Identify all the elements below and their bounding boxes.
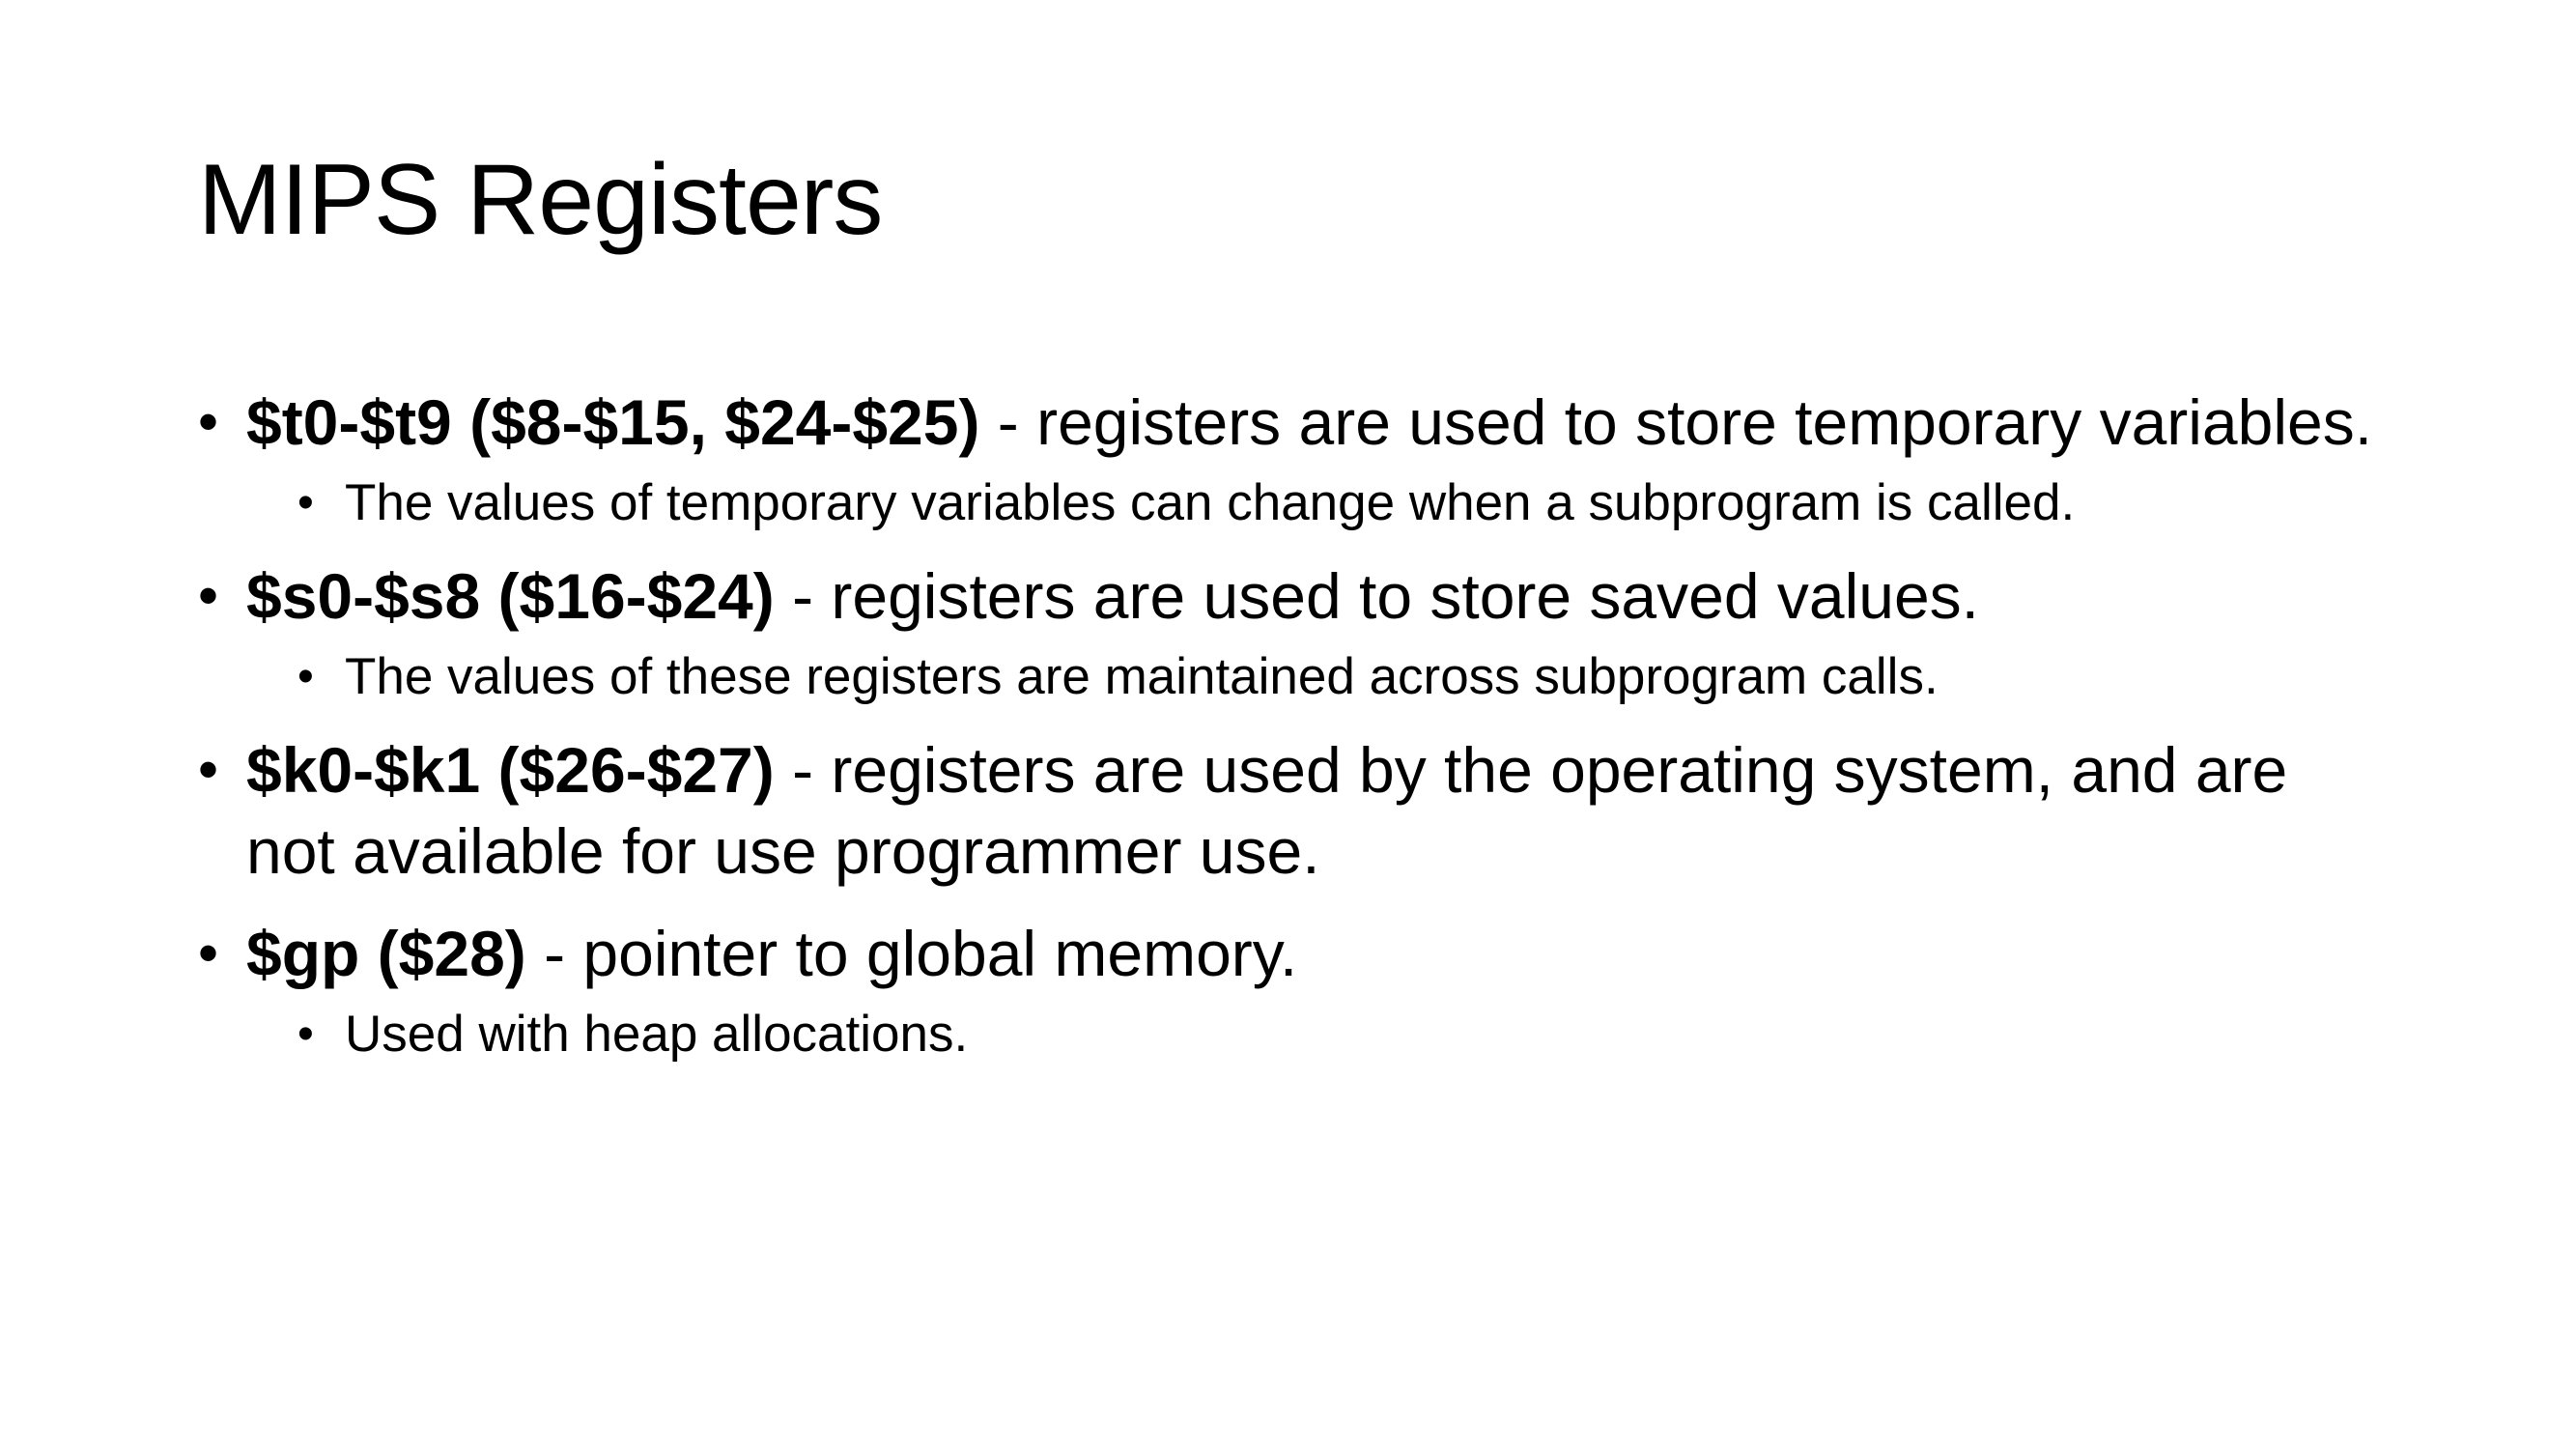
register-description: - pointer to global memory. <box>525 918 1298 989</box>
bullet-text: $t0-$t9 ($8-$15, $24-$25) - registers ar… <box>246 382 2405 463</box>
register-name: $t0-$t9 ($8-$15, $24-$25) <box>246 386 980 458</box>
bullet-item-global-pointer: • $gp ($28) - pointer to global memory. <box>198 913 2405 994</box>
register-name: $gp ($28) <box>246 918 526 989</box>
sub-bullet-icon: • <box>297 651 314 702</box>
register-name: $k0-$k1 ($26-$27) <box>246 734 775 806</box>
bullet-icon: • <box>198 389 219 454</box>
bullet-icon: • <box>198 737 219 802</box>
bullet-text: $k0-$k1 ($26-$27) - registers are used b… <box>246 729 2352 892</box>
sub-bullet-item: • Used with heap allocations. <box>198 1000 2405 1069</box>
bullet-list: • $t0-$t9 ($8-$15, $24-$25) - registers … <box>198 382 2405 1087</box>
register-description: - registers are used to store saved valu… <box>774 560 1979 632</box>
slide: MIPS Registers • $t0-$t9 ($8-$15, $24-$2… <box>0 0 2576 1449</box>
bullet-text: $gp ($28) - pointer to global memory. <box>246 913 2405 994</box>
register-name: $s0-$s8 ($16-$24) <box>246 560 775 632</box>
sub-bullet-icon: • <box>297 1009 314 1060</box>
bullet-item-temporary-registers: • $t0-$t9 ($8-$15, $24-$25) - registers … <box>198 382 2405 463</box>
bullet-text: $s0-$s8 ($16-$24) - registers are used t… <box>246 555 2405 637</box>
bullet-icon: • <box>198 921 219 985</box>
bullet-icon: • <box>198 563 219 628</box>
bullet-item-kernel-registers: • $k0-$k1 ($26-$27) - registers are used… <box>198 729 2405 892</box>
sub-bullet-item: • The values of temporary variables can … <box>198 469 2405 538</box>
sub-bullet-text: The values of these registers are mainta… <box>345 648 1939 705</box>
sub-bullet-text: The values of temporary variables can ch… <box>345 474 2076 531</box>
slide-title: MIPS Registers <box>198 144 883 256</box>
sub-bullet-icon: • <box>297 477 314 528</box>
sub-bullet-item: • The values of these registers are main… <box>198 642 2405 712</box>
bullet-item-saved-registers: • $s0-$s8 ($16-$24) - registers are used… <box>198 555 2405 637</box>
sub-bullet-text: Used with heap allocations. <box>345 1006 969 1063</box>
register-description: - registers are used to store temporary … <box>979 386 2373 458</box>
